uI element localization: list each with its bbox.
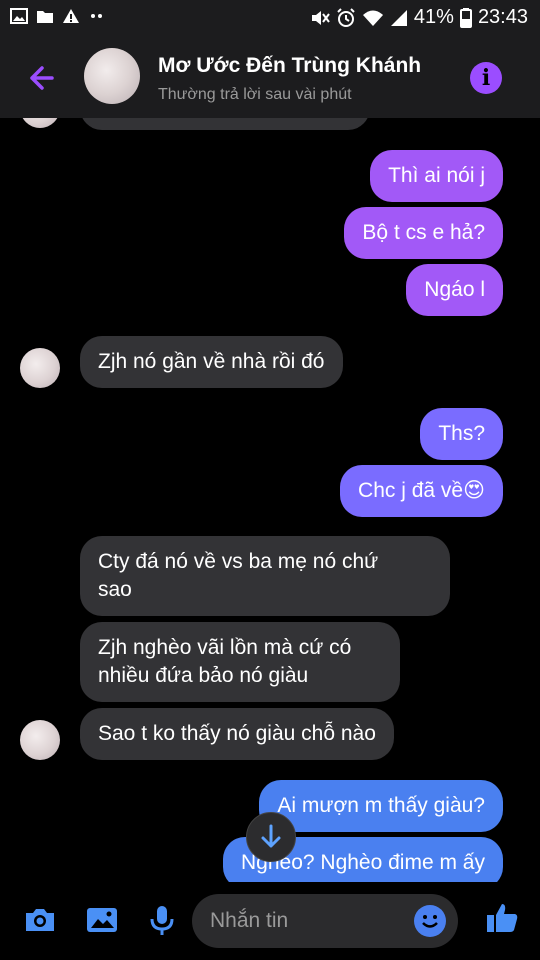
- message-text: Thì ai nói j: [388, 164, 485, 187]
- folder-icon: [37, 11, 53, 23]
- contact-avatar-small: [20, 118, 60, 128]
- contact-avatar[interactable]: [84, 48, 140, 104]
- message-bubble[interactable]: Bộ t cs e hả?: [344, 207, 503, 259]
- message-input-placeholder: Nhắn tin: [210, 909, 289, 932]
- warning-icon: [63, 9, 79, 23]
- composer-bar: Nhắn tin: [0, 882, 540, 960]
- alarm-icon: [337, 7, 355, 27]
- message-bubble[interactable]: Thì ai nói j: [370, 150, 503, 202]
- message-text: Ths?: [438, 422, 485, 445]
- message-bubble[interactable]: Zjh nó gần về nhà rồi đó: [80, 336, 343, 388]
- contact-status: Thường trả lời sau vài phút: [158, 86, 352, 103]
- message-text: Ngáo l: [424, 278, 485, 301]
- gallery-icon[interactable]: [84, 902, 120, 938]
- message-text: Ai mượn m thấy giàu?: [277, 794, 485, 817]
- mute-icon: [311, 10, 330, 25]
- message-bubble[interactable]: Ai mượn m thấy giàu?: [259, 780, 503, 832]
- info-icon[interactable]: i: [470, 62, 502, 94]
- more-notifications-icon: [91, 14, 102, 18]
- status-bar: 41% 23:43: [0, 0, 540, 38]
- battery-icon: [459, 7, 472, 28]
- wifi-icon: [362, 10, 383, 26]
- message-text: Chc j đã về😍: [358, 479, 485, 502]
- message-text: Sao t ko thấy nó giàu chỗ nào: [98, 722, 376, 745]
- scroll-down-button[interactable]: [246, 812, 296, 862]
- message-text: Cty đá nó về vs ba mẹ nó chứ: [98, 550, 379, 573]
- contact-name[interactable]: Mơ Ước Đến Trùng Khánh: [158, 54, 421, 78]
- message-bubble[interactable]: Ngáo l: [406, 264, 503, 316]
- image-icon: [10, 8, 28, 24]
- message-text: nhiều đứa bảo nó giàu: [98, 664, 309, 687]
- message-bubble[interactable]: Zjh nghèo vãi lồn mà cứ có nhiều đứa bảo…: [80, 622, 400, 702]
- conversation-header: Mơ Ước Đến Trùng Khánh Thường trả lời sa…: [0, 38, 540, 118]
- message-bubble-partial: [80, 118, 370, 130]
- contact-avatar-small: [20, 348, 60, 388]
- message-text: sao: [98, 578, 132, 601]
- message-text: Bộ t cs e hả?: [362, 221, 485, 244]
- emoji-icon[interactable]: [414, 905, 446, 937]
- message-bubble[interactable]: Ths?: [420, 408, 503, 460]
- message-bubble[interactable]: Cty đá nó về vs ba mẹ nó chứ sao: [80, 536, 450, 616]
- message-text: Zjh nó gần về nhà rồi đó: [98, 350, 325, 373]
- contact-avatar-small: [20, 720, 60, 760]
- back-arrow-icon[interactable]: [22, 58, 62, 98]
- messenger-screen: 41% 23:43 Mơ Ước Đến Trùng Khánh Thường …: [0, 0, 540, 960]
- microphone-icon[interactable]: [144, 902, 180, 938]
- message-bubble[interactable]: Chc j đã về😍: [340, 465, 503, 517]
- camera-icon[interactable]: [22, 902, 58, 938]
- signal-icon: [390, 9, 407, 26]
- scroll-down-icon: [261, 824, 281, 848]
- message-input[interactable]: Nhắn tin: [192, 894, 458, 948]
- thumbs-up-icon[interactable]: [484, 900, 520, 936]
- clock: 23:43: [477, 6, 528, 28]
- message-list[interactable]: Thì ai nói j Bộ t cs e hả? Ngáo l Zjh nó…: [0, 118, 540, 882]
- message-text: Zjh nghèo vãi lồn mà cứ có: [98, 636, 352, 659]
- battery-percent: 41%: [413, 6, 454, 28]
- message-bubble[interactable]: Sao t ko thấy nó giàu chỗ nào: [80, 708, 394, 760]
